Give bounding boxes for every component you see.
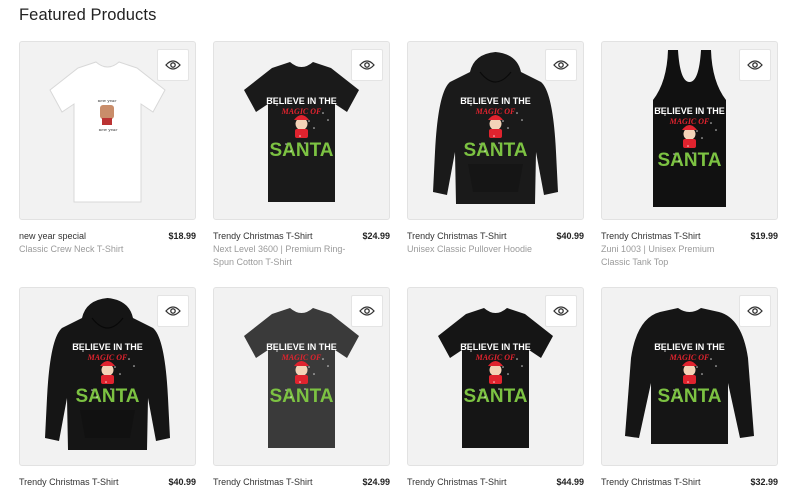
quick-view-button[interactable]	[545, 295, 577, 327]
product-price: $32.99	[750, 477, 778, 487]
eye-icon	[747, 59, 763, 71]
svg-text:MAGIC OF: MAGIC OF	[475, 107, 516, 116]
product-image[interactable]: BELIEVE IN THE MAGIC OF SANTA	[19, 287, 196, 466]
product-card[interactable]: new year new year new year special $18.99 Cl…	[19, 41, 196, 256]
svg-text:SANTA: SANTA	[463, 386, 527, 407]
product-price: $18.99	[168, 231, 196, 241]
product-card[interactable]: BELIEVE IN THE MAGIC OF SANTA Trendy Christ…	[601, 41, 778, 269]
product-image[interactable]: BELIEVE IN THE MAGIC OF SANTA	[213, 41, 390, 220]
svg-text:new year: new year	[98, 98, 117, 103]
eye-icon	[165, 59, 181, 71]
product-price: $40.99	[168, 477, 196, 487]
product-image[interactable]: BELIEVE IN THE MAGIC OF SANTA	[601, 287, 778, 466]
product-card[interactable]: BELIEVE IN THE MAGIC OF SANTA Trendy Christ…	[407, 41, 584, 256]
quick-view-button[interactable]	[157, 49, 189, 81]
product-price: $24.99	[362, 231, 390, 241]
svg-text:MAGIC OF: MAGIC OF	[475, 353, 516, 362]
product-subtitle: Zuni 1003 | Unisex Premium Classic Tank …	[601, 244, 715, 267]
quick-view-button[interactable]	[739, 295, 771, 327]
product-price: $19.99	[750, 231, 778, 241]
svg-text:SANTA: SANTA	[657, 386, 721, 407]
svg-text:new year: new year	[99, 127, 118, 132]
product-price: $44.99	[556, 477, 584, 487]
eye-icon	[553, 305, 569, 317]
eye-icon	[359, 305, 375, 317]
quick-view-button[interactable]	[545, 49, 577, 81]
svg-text:SANTA: SANTA	[269, 386, 333, 407]
eye-icon	[165, 305, 181, 317]
product-price: $24.99	[362, 477, 390, 487]
product-card[interactable]: BELIEVE IN THE MAGIC OF SANTA Trendy Christ…	[601, 287, 778, 488]
svg-text:SANTA: SANTA	[657, 150, 721, 171]
product-card[interactable]: BELIEVE IN THE MAGIC OF SANTA Trendy Christ…	[213, 41, 390, 269]
quick-view-button[interactable]	[739, 49, 771, 81]
product-price: $40.99	[556, 231, 584, 241]
product-subtitle: Classic Crew Neck T-Shirt	[19, 244, 124, 254]
svg-text:MAGIC OF: MAGIC OF	[669, 117, 710, 126]
svg-text:MAGIC OF: MAGIC OF	[87, 353, 128, 362]
product-image[interactable]: new year new year	[19, 41, 196, 220]
product-subtitle: Next Level 3600 | Premium Ring-Spun Cott…	[213, 244, 346, 267]
svg-text:MAGIC OF: MAGIC OF	[281, 107, 322, 116]
svg-text:SANTA: SANTA	[269, 140, 333, 161]
section-heading: Featured Products	[19, 6, 157, 24]
eye-icon	[747, 305, 763, 317]
eye-icon	[359, 59, 375, 71]
eye-icon	[553, 59, 569, 71]
product-card[interactable]: BELIEVE IN THE MAGIC OF SANTA Trendy Christ…	[213, 287, 390, 488]
quick-view-button[interactable]	[351, 49, 383, 81]
product-image[interactable]: BELIEVE IN THE MAGIC OF SANTA	[407, 41, 584, 220]
product-card[interactable]: BELIEVE IN THE MAGIC OF SANTA Trendy Christ…	[19, 287, 196, 488]
product-image[interactable]: BELIEVE IN THE MAGIC OF SANTA	[407, 287, 584, 466]
svg-text:SANTA: SANTA	[463, 140, 527, 161]
product-card[interactable]: BELIEVE IN THE MAGIC OF SANTA Trendy Christ…	[407, 287, 584, 488]
svg-text:MAGIC OF: MAGIC OF	[281, 353, 322, 362]
quick-view-button[interactable]	[351, 295, 383, 327]
quick-view-button[interactable]	[157, 295, 189, 327]
product-image[interactable]: BELIEVE IN THE MAGIC OF SANTA	[213, 287, 390, 466]
svg-text:SANTA: SANTA	[75, 386, 139, 407]
product-image[interactable]: BELIEVE IN THE MAGIC OF SANTA	[601, 41, 778, 220]
svg-text:MAGIC OF: MAGIC OF	[669, 353, 710, 362]
product-subtitle: Unisex Classic Pullover Hoodie	[407, 244, 533, 254]
